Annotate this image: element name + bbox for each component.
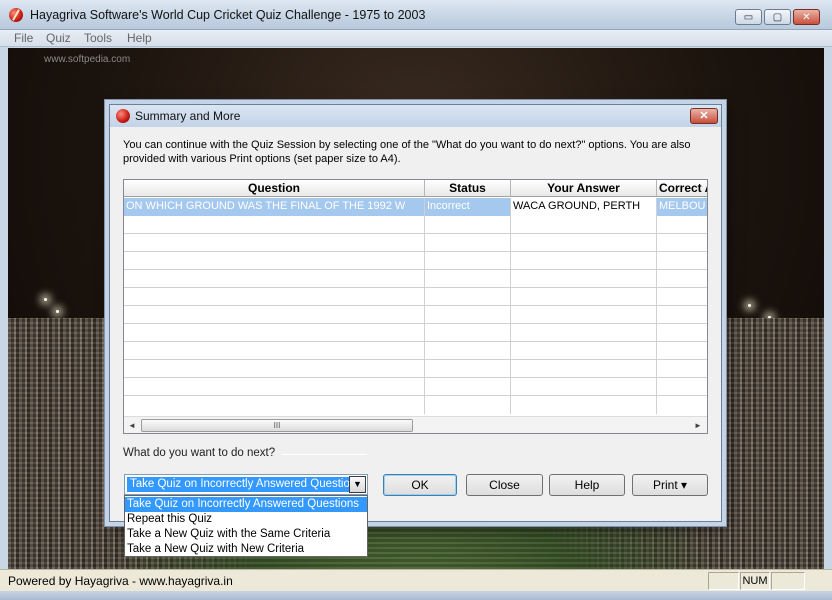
watermark-text: www.softpedia.com: [44, 54, 131, 65]
status-bar: Powered by Hayagriva - www.hayagriva.in …: [0, 569, 832, 591]
dialog-cricket-ball-icon: [116, 109, 130, 123]
table-row-empty: [124, 324, 707, 342]
dialog-titlebar: Summary and More ✕: [110, 105, 721, 127]
dropdown-option[interactable]: Repeat this Quiz: [125, 512, 367, 527]
table-row-empty: [124, 342, 707, 360]
floodlight: [44, 298, 47, 301]
column-header-status[interactable]: Status: [425, 180, 511, 197]
table-row-empty: [124, 234, 707, 252]
cell-question: ON WHICH GROUND WAS THE FINAL OF THE 199…: [124, 198, 425, 216]
combobox-selected-value: Take Quiz on Incorrectly Answered Questi…: [127, 477, 366, 492]
floodlight: [56, 310, 59, 313]
close-window-button[interactable]: ✕: [793, 9, 820, 25]
summary-grid[interactable]: Question Status Your Answer Correct A ON…: [123, 179, 708, 434]
menu-tools[interactable]: Tools: [84, 31, 112, 45]
window-bottom-border: [0, 591, 832, 600]
scrollbar-thumb[interactable]: III: [141, 419, 413, 432]
cell-status: Incorrect: [425, 198, 511, 216]
menu-file[interactable]: File: [14, 31, 33, 45]
table-row-empty: [124, 252, 707, 270]
table-row-empty: [124, 288, 707, 306]
menu-quiz[interactable]: Quiz: [46, 31, 71, 45]
dialog-title: Summary and More: [135, 109, 241, 123]
dropdown-option[interactable]: Take a New Quiz with the Same Criteria: [125, 527, 367, 542]
column-header-correct-answer[interactable]: Correct A: [657, 180, 707, 197]
dialog-close-button[interactable]: ✕: [690, 108, 718, 124]
summary-dialog: Summary and More ✕ You can continue with…: [109, 104, 722, 522]
scroll-left-arrow-icon[interactable]: ◄: [125, 419, 139, 432]
dropdown-option[interactable]: Take a New Quiz with New Criteria: [125, 542, 367, 557]
table-row-empty: [124, 270, 707, 288]
next-action-label: What do you want to do next?: [123, 447, 276, 459]
dialog-intro-text: You can continue with the Quiz Session b…: [123, 139, 691, 165]
help-button[interactable]: Help: [549, 474, 625, 496]
close-button[interactable]: Close: [466, 474, 543, 496]
window-title: Hayagriva Software's World Cup Cricket Q…: [30, 8, 426, 22]
table-row[interactable]: ON WHICH GROUND WAS THE FINAL OF THE 199…: [124, 198, 707, 216]
floodlight: [748, 304, 751, 307]
app-cricket-ball-icon: [9, 8, 23, 22]
column-header-question[interactable]: Question: [124, 180, 425, 197]
ok-button[interactable]: OK: [383, 474, 457, 496]
cell-correct-answer: MELBOU: [657, 198, 707, 216]
maximize-button[interactable]: ▢: [764, 9, 791, 25]
horizontal-scrollbar[interactable]: ◄ III ►: [124, 416, 707, 433]
status-panel-scroll: [771, 572, 805, 590]
menu-help[interactable]: Help: [127, 31, 152, 45]
scroll-right-arrow-icon[interactable]: ►: [691, 419, 705, 432]
next-action-dropdown-list: Take Quiz on Incorrectly Answered Questi…: [124, 495, 368, 557]
table-row-empty: [124, 378, 707, 396]
table-row-empty: [124, 306, 707, 324]
status-text: Powered by Hayagriva - www.hayagriva.in: [8, 574, 233, 588]
column-header-your-answer[interactable]: Your Answer: [511, 180, 657, 197]
status-panel-caps: [708, 572, 739, 590]
group-divider: [282, 454, 367, 455]
table-row-empty: [124, 360, 707, 378]
table-row-empty: [124, 396, 707, 414]
print-button[interactable]: Print ▾: [632, 474, 708, 496]
cell-your-answer: WACA GROUND, PERTH: [511, 198, 657, 216]
next-action-combobox[interactable]: Take Quiz on Incorrectly Answered Questi…: [124, 474, 368, 495]
status-panel-num: NUM: [740, 572, 770, 590]
grid-header: Question Status Your Answer Correct A: [124, 180, 707, 197]
dropdown-option[interactable]: Take Quiz on Incorrectly Answered Questi…: [125, 497, 367, 512]
minimize-button[interactable]: ▭: [735, 9, 762, 25]
chevron-down-icon[interactable]: ▼: [349, 476, 366, 493]
table-row-empty: [124, 216, 707, 234]
menu-bar: File Quiz Tools Help: [0, 30, 832, 47]
main-window-titlebar: Hayagriva Software's World Cup Cricket Q…: [0, 0, 832, 30]
